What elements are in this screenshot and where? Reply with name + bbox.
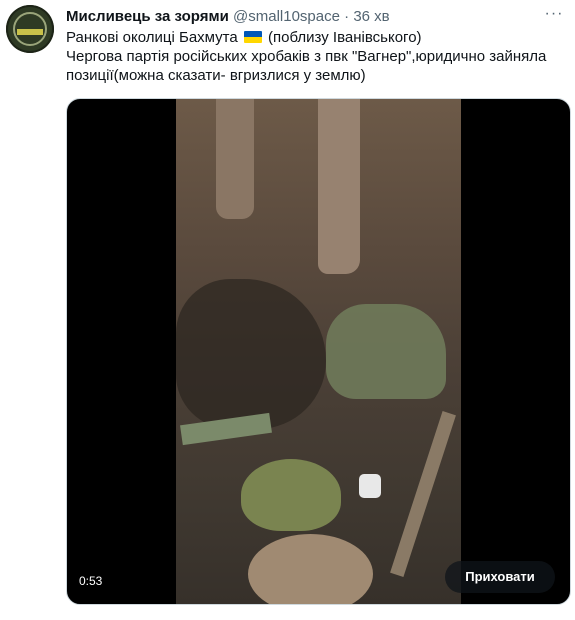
- hide-button[interactable]: Приховати: [445, 561, 555, 593]
- tweet-header: Мисливець за зорями @small10space · 36 х…: [66, 7, 555, 27]
- tweet-timestamp[interactable]: 36 хв: [353, 8, 389, 25]
- ukraine-flag-icon: [243, 31, 262, 43]
- video-frame[interactable]: [176, 99, 461, 604]
- video-timestamp: 0:53: [79, 574, 103, 588]
- video-scene-trench: [176, 279, 326, 429]
- tweet: Мисливець за зорями @small10space · 36 х…: [0, 0, 575, 620]
- tweet-text-line-2: Чергова партія російських хробаків з пвк…: [66, 48, 547, 84]
- video-scene-tree: [216, 99, 254, 219]
- video-scene-helmet: [248, 534, 373, 604]
- video-scene-helmet: [241, 459, 341, 531]
- avatar[interactable]: [6, 5, 54, 53]
- video-scene-camouflage: [326, 304, 446, 399]
- author-name[interactable]: Мисливець за зорями: [66, 8, 229, 25]
- more-dots-icon[interactable]: ···: [543, 4, 565, 24]
- tweet-text-part-1: Ранкові околиці Бахмута: [66, 29, 238, 46]
- video-scene-tree: [318, 99, 360, 274]
- avatar-logo-bar: [17, 29, 43, 35]
- author-handle[interactable]: @small10space: [233, 8, 340, 25]
- video-scene-log: [390, 410, 456, 578]
- tweet-text-part-2: (поблизу Іванівського): [268, 29, 422, 46]
- video-scene-bottle: [359, 474, 381, 498]
- video-player[interactable]: 0:53 Приховати: [66, 98, 571, 605]
- separator-dot: ·: [344, 8, 350, 25]
- tweet-text: Ранкові околиці Бахмута (поблизу Іванівс…: [66, 28, 566, 85]
- tweet-text-line-1: Ранкові околиці Бахмута (поблизу Іванівс…: [66, 28, 566, 47]
